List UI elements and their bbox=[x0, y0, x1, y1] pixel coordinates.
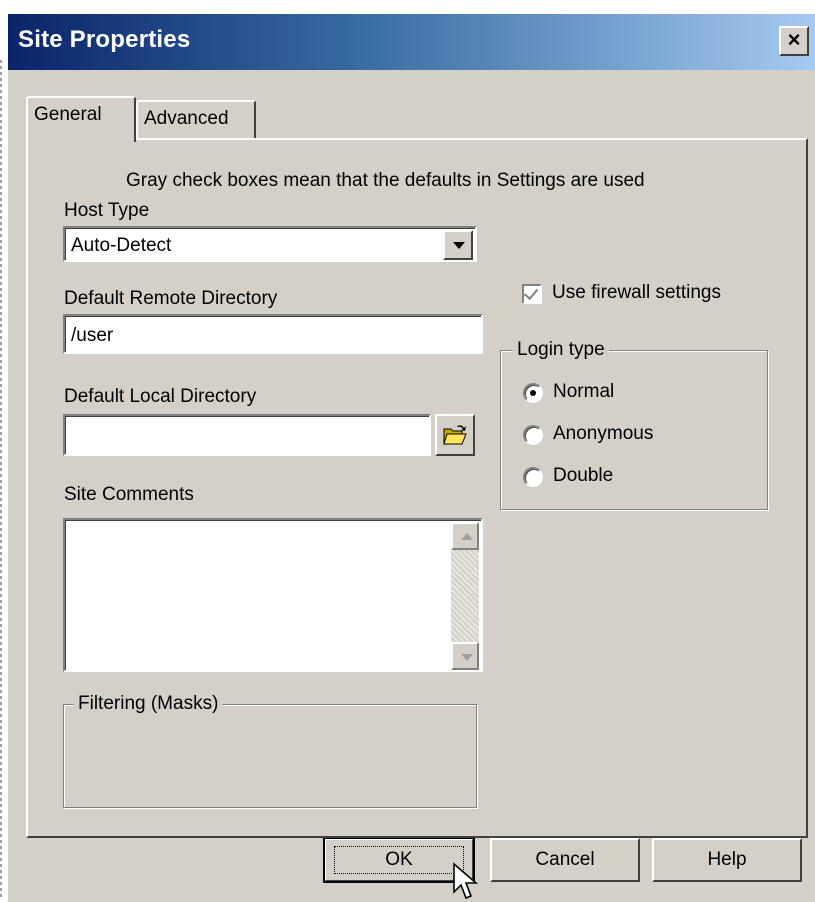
help-button-label: Help bbox=[707, 849, 747, 870]
login-type-double-radio[interactable] bbox=[523, 467, 543, 487]
remote-dir-value: /user bbox=[71, 325, 114, 346]
close-button[interactable]: × bbox=[779, 26, 809, 56]
host-type-label: Host Type bbox=[64, 200, 150, 221]
ok-button-label: OK bbox=[385, 849, 413, 870]
close-icon: × bbox=[787, 27, 801, 52]
site-comments-label: Site Comments bbox=[64, 484, 194, 505]
tab-advanced-label: Advanced bbox=[144, 108, 229, 129]
use-firewall-checkbox[interactable] bbox=[522, 284, 542, 304]
checkmark-icon bbox=[523, 284, 539, 301]
general-tab-panel: Gray check boxes mean that the defaults … bbox=[26, 138, 808, 838]
mouse-pointer-icon bbox=[453, 862, 478, 900]
title-bar[interactable]: Site Properties × bbox=[8, 14, 815, 70]
login-type-normal-label: Normal bbox=[553, 381, 615, 402]
login-type-double-label: Double bbox=[553, 465, 614, 486]
radio-selected-dot bbox=[530, 390, 536, 396]
login-type-anonymous-label: Anonymous bbox=[553, 423, 654, 444]
host-type-value: Auto-Detect bbox=[71, 235, 172, 256]
tab-general-label: General bbox=[34, 104, 102, 125]
scroll-up-button[interactable] bbox=[451, 522, 479, 550]
window-title: Site Properties bbox=[18, 26, 191, 53]
chevron-down-icon bbox=[453, 242, 465, 249]
site-comments-textarea[interactable] bbox=[63, 518, 483, 672]
chevron-up-icon bbox=[461, 533, 473, 540]
local-dir-input[interactable] bbox=[63, 414, 431, 456]
host-type-select[interactable]: Auto-Detect bbox=[63, 226, 477, 262]
login-type-normal-radio[interactable] bbox=[523, 383, 543, 403]
chevron-down-icon bbox=[461, 654, 473, 661]
cancel-button-label: Cancel bbox=[535, 849, 595, 870]
local-dir-label: Default Local Directory bbox=[64, 386, 257, 407]
open-folder-icon bbox=[443, 425, 467, 445]
defaults-note: Gray check boxes mean that the defaults … bbox=[126, 170, 645, 191]
scroll-down-button[interactable] bbox=[451, 642, 479, 670]
background-dotted-edge bbox=[0, 60, 3, 900]
filtering-masks-label: Filtering (Masks) bbox=[74, 693, 223, 715]
login-type-group: Login type Normal Anonymous Double bbox=[500, 339, 768, 510]
remote-dir-input[interactable]: /user bbox=[63, 314, 483, 354]
remote-dir-label: Default Remote Directory bbox=[64, 288, 278, 309]
login-type-label: Login type bbox=[513, 339, 609, 361]
help-button[interactable]: Help bbox=[652, 838, 802, 882]
cancel-button[interactable]: Cancel bbox=[490, 838, 640, 882]
host-type-dropdown-button[interactable] bbox=[443, 230, 473, 260]
tab-advanced[interactable]: Advanced bbox=[136, 100, 256, 140]
site-properties-dialog: Site Properties × General Advanced Gray … bbox=[8, 14, 815, 902]
use-firewall-label: Use firewall settings bbox=[552, 282, 721, 303]
filtering-masks-group: Filtering (Masks) bbox=[63, 693, 477, 808]
tab-general[interactable]: General bbox=[26, 96, 136, 142]
comments-scrollbar[interactable] bbox=[451, 522, 479, 670]
login-type-anonymous-radio[interactable] bbox=[523, 425, 543, 445]
browse-folder-button[interactable] bbox=[435, 414, 475, 456]
